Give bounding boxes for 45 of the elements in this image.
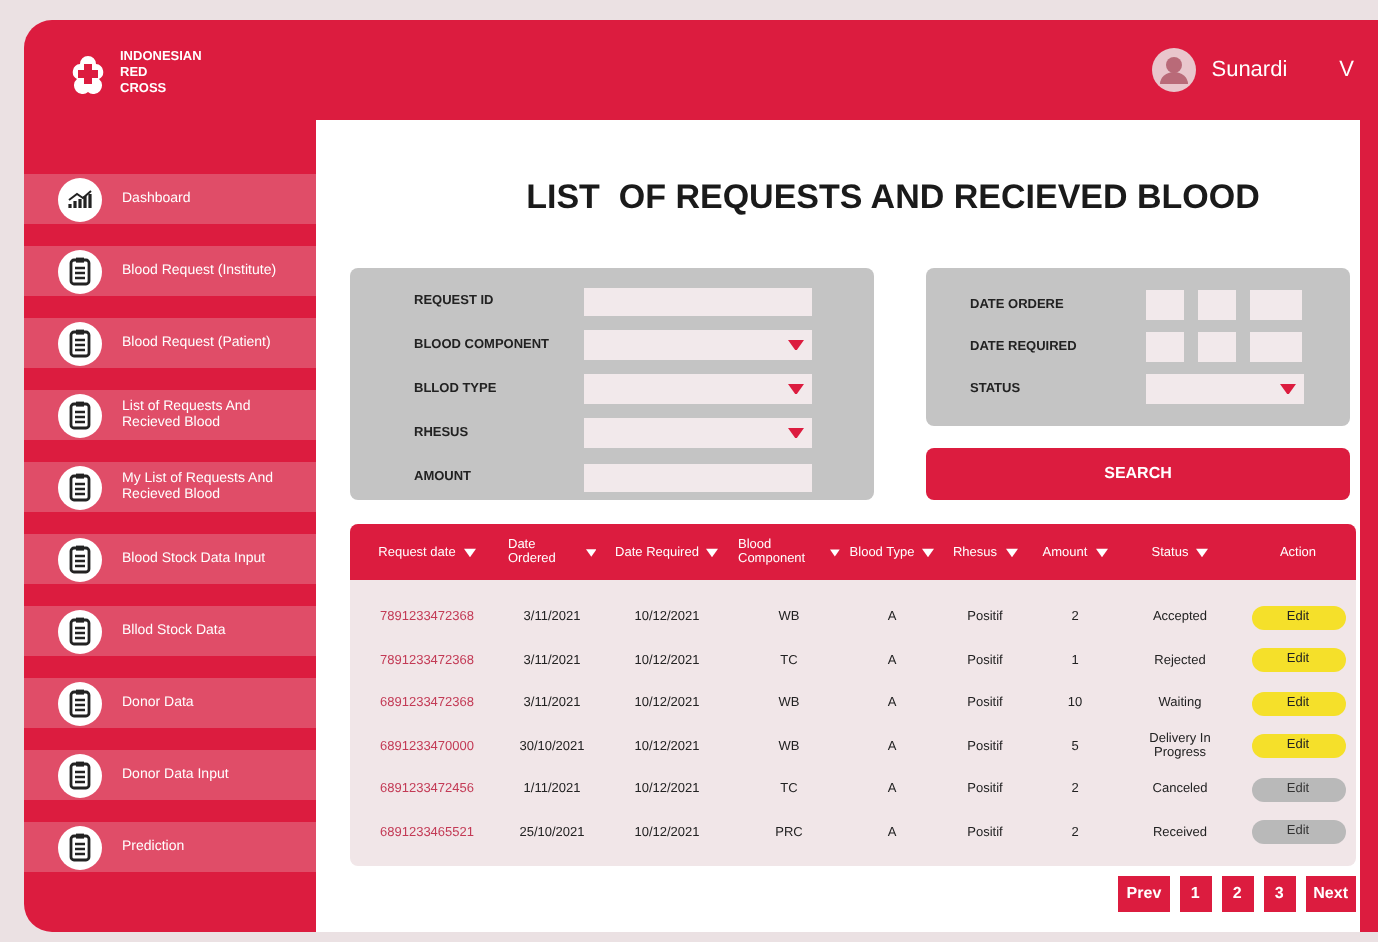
input-field[interactable]: [584, 287, 812, 315]
clipboard-icon: [58, 609, 102, 653]
month-field[interactable]: [1198, 290, 1236, 320]
input-field[interactable]: [584, 463, 812, 491]
clipboard-icon: [58, 825, 102, 869]
clipboard-icon: [58, 681, 102, 725]
user-name: Sunardi: [1211, 55, 1288, 86]
dropdown-field[interactable]: [584, 374, 812, 404]
clipboard-icon: [58, 537, 102, 581]
year-field[interactable]: [1250, 332, 1302, 362]
sort-arrow-icon: [1196, 547, 1209, 557]
search-button[interactable]: SEARCH: [926, 448, 1350, 500]
sort-arrow-icon: [922, 547, 935, 557]
month-field[interactable]: [1198, 332, 1236, 362]
sort-arrow-icon: [830, 547, 840, 557]
dropdown-field[interactable]: [584, 418, 812, 448]
page-button[interactable]: Prev: [1118, 876, 1170, 912]
dropdown-arrow-icon: [788, 427, 804, 439]
dropdown-arrow-icon: [788, 383, 804, 395]
clipboard-icon: [58, 249, 102, 293]
page-button[interactable]: 2: [1221, 876, 1254, 912]
logo-icon: [68, 54, 108, 94]
sort-arrow-icon: [585, 547, 596, 557]
day-field[interactable]: [1146, 332, 1184, 362]
chart-icon: [58, 177, 102, 221]
clipboard-icon: [58, 465, 102, 509]
day-field[interactable]: [1146, 290, 1184, 320]
avatar-icon[interactable]: [1151, 48, 1196, 92]
page-button[interactable]: 1: [1179, 876, 1212, 912]
page-button[interactable]: 3: [1263, 876, 1296, 912]
clipboard-icon: [58, 753, 102, 797]
page-title: LIST OF REQUESTS AND RECIEVED BLOOD: [524, 176, 1262, 216]
dropdown-arrow-icon: [1280, 383, 1296, 395]
dropdown-arrow-icon: [788, 339, 804, 351]
menu-toggle[interactable]: V: [1339, 53, 1354, 87]
page-button[interactable]: Next: [1305, 876, 1356, 912]
sort-arrow-icon: [1095, 547, 1108, 557]
year-field[interactable]: [1250, 290, 1302, 320]
sort-arrow-icon: [463, 547, 476, 557]
sort-arrow-icon: [706, 547, 719, 557]
clipboard-icon: [58, 321, 102, 365]
dropdown-field[interactable]: [584, 330, 812, 360]
clipboard-icon: [58, 393, 102, 437]
sort-arrow-icon: [1005, 547, 1018, 557]
dropdown-field[interactable]: [1146, 374, 1304, 404]
